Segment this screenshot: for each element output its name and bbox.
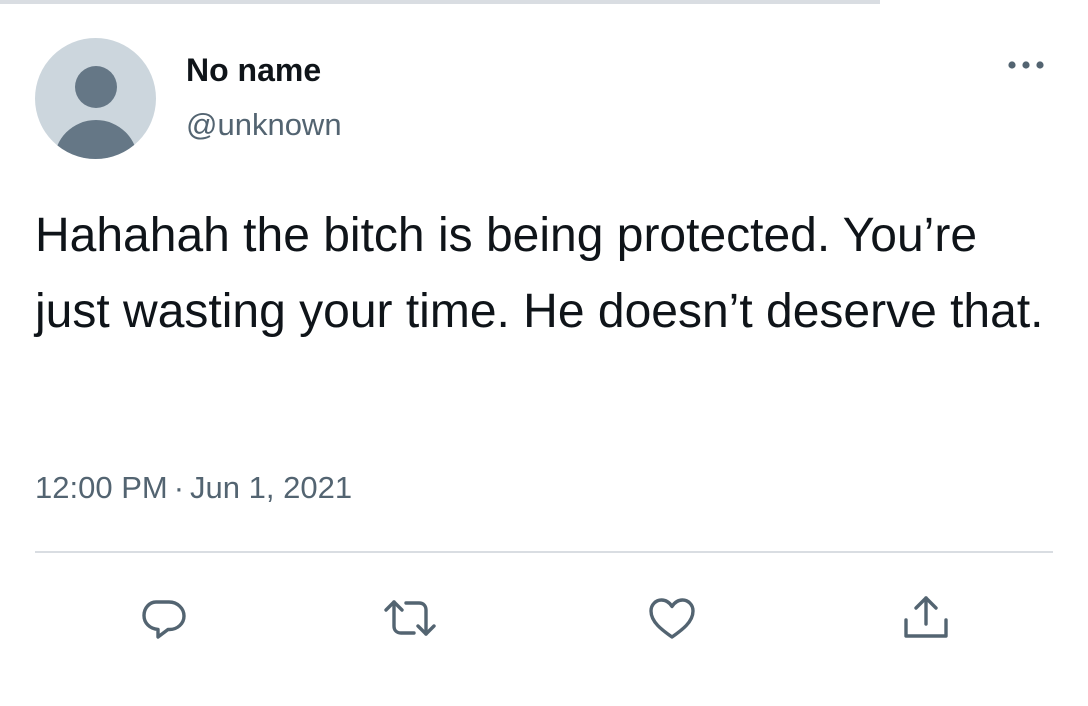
action-bar-divider: [35, 551, 1053, 553]
avatar[interactable]: [35, 38, 156, 159]
tweet-date[interactable]: Jun 1, 2021: [190, 470, 352, 505]
share-icon: [904, 596, 948, 638]
top-divider: [0, 0, 880, 4]
reply-icon: [142, 600, 186, 639]
author-handle[interactable]: @unknown: [186, 107, 342, 143]
reply-button[interactable]: [136, 590, 192, 646]
retweet-icon: [384, 600, 436, 636]
tweet-timestamp[interactable]: 12:00 PM · Jun 1, 2021: [35, 470, 352, 506]
like-button[interactable]: [644, 590, 700, 646]
more-options-button[interactable]: [1000, 52, 1052, 78]
tweet-time[interactable]: 12:00 PM: [35, 470, 168, 505]
share-button[interactable]: [898, 590, 954, 646]
timestamp-separator: ·: [173, 470, 185, 505]
heart-icon: [649, 598, 695, 639]
tweet-text: Hahahah the bitch is being protected. Yo…: [35, 209, 1044, 338]
more-dots-icon: [1008, 61, 1044, 69]
author-display-name[interactable]: No name: [186, 52, 321, 88]
avatar-body-shape: [54, 120, 138, 159]
default-avatar-icon: [75, 66, 117, 108]
retweet-button[interactable]: [382, 590, 438, 646]
